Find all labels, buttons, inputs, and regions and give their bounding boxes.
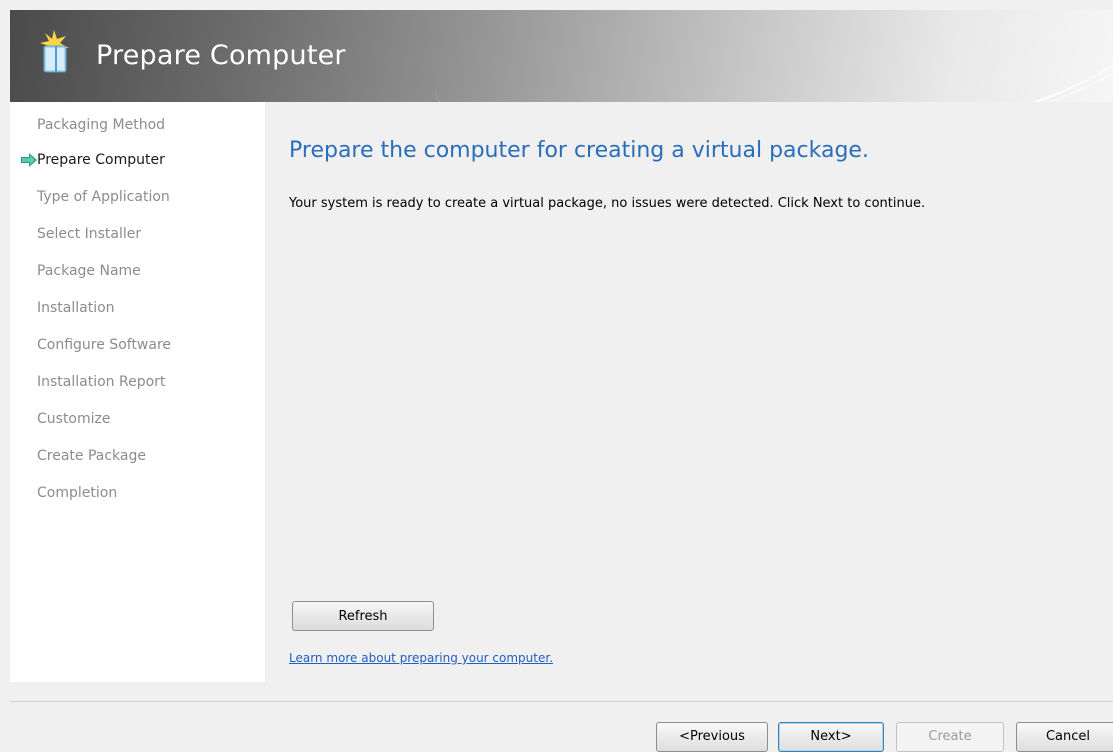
previous-button[interactable]: <Previous	[656, 722, 768, 752]
main-content: Prepare the computer for creating a virt…	[265, 102, 1113, 682]
sidebar-item-type-of-application: Type of Application	[37, 189, 170, 205]
sidebar-item-label: Prepare Computer	[37, 152, 165, 168]
sidebar-item-installation-report: Installation Report	[37, 374, 166, 390]
status-message: Your system is ready to create a virtual…	[289, 196, 926, 211]
sidebar-item-completion: Completion	[37, 485, 118, 501]
page-title: Prepare Computer	[96, 40, 346, 71]
wizard-steps-sidebar: Packaging Method Prepare Computer Type o…	[10, 102, 265, 682]
sidebar-item-configure-software: Configure Software	[37, 337, 172, 353]
learn-more-link[interactable]: Learn more about preparing your computer…	[289, 651, 553, 665]
sidebar-item-prepare-computer: Prepare Computer	[21, 150, 165, 170]
wizard-header: Prepare Computer	[10, 10, 1113, 102]
sidebar-item-select-installer: Select Installer	[37, 226, 142, 242]
sidebar-item-package-name: Package Name	[37, 263, 141, 279]
cancel-button[interactable]: Cancel	[1016, 722, 1113, 752]
page-heading: Prepare the computer for creating a virt…	[289, 138, 869, 163]
refresh-button[interactable]: Refresh	[292, 601, 434, 631]
sidebar-item-customize: Customize	[37, 411, 111, 427]
footer-divider	[10, 701, 1113, 702]
sidebar-item-installation: Installation	[37, 300, 115, 316]
sidebar-item-packaging-method: Packaging Method	[37, 117, 166, 133]
create-button[interactable]: Create	[896, 722, 1004, 752]
sidebar-item-create-package: Create Package	[37, 448, 146, 464]
app-package-icon	[40, 30, 69, 73]
right-arrow-icon	[21, 153, 37, 167]
next-button[interactable]: Next>	[778, 722, 884, 752]
